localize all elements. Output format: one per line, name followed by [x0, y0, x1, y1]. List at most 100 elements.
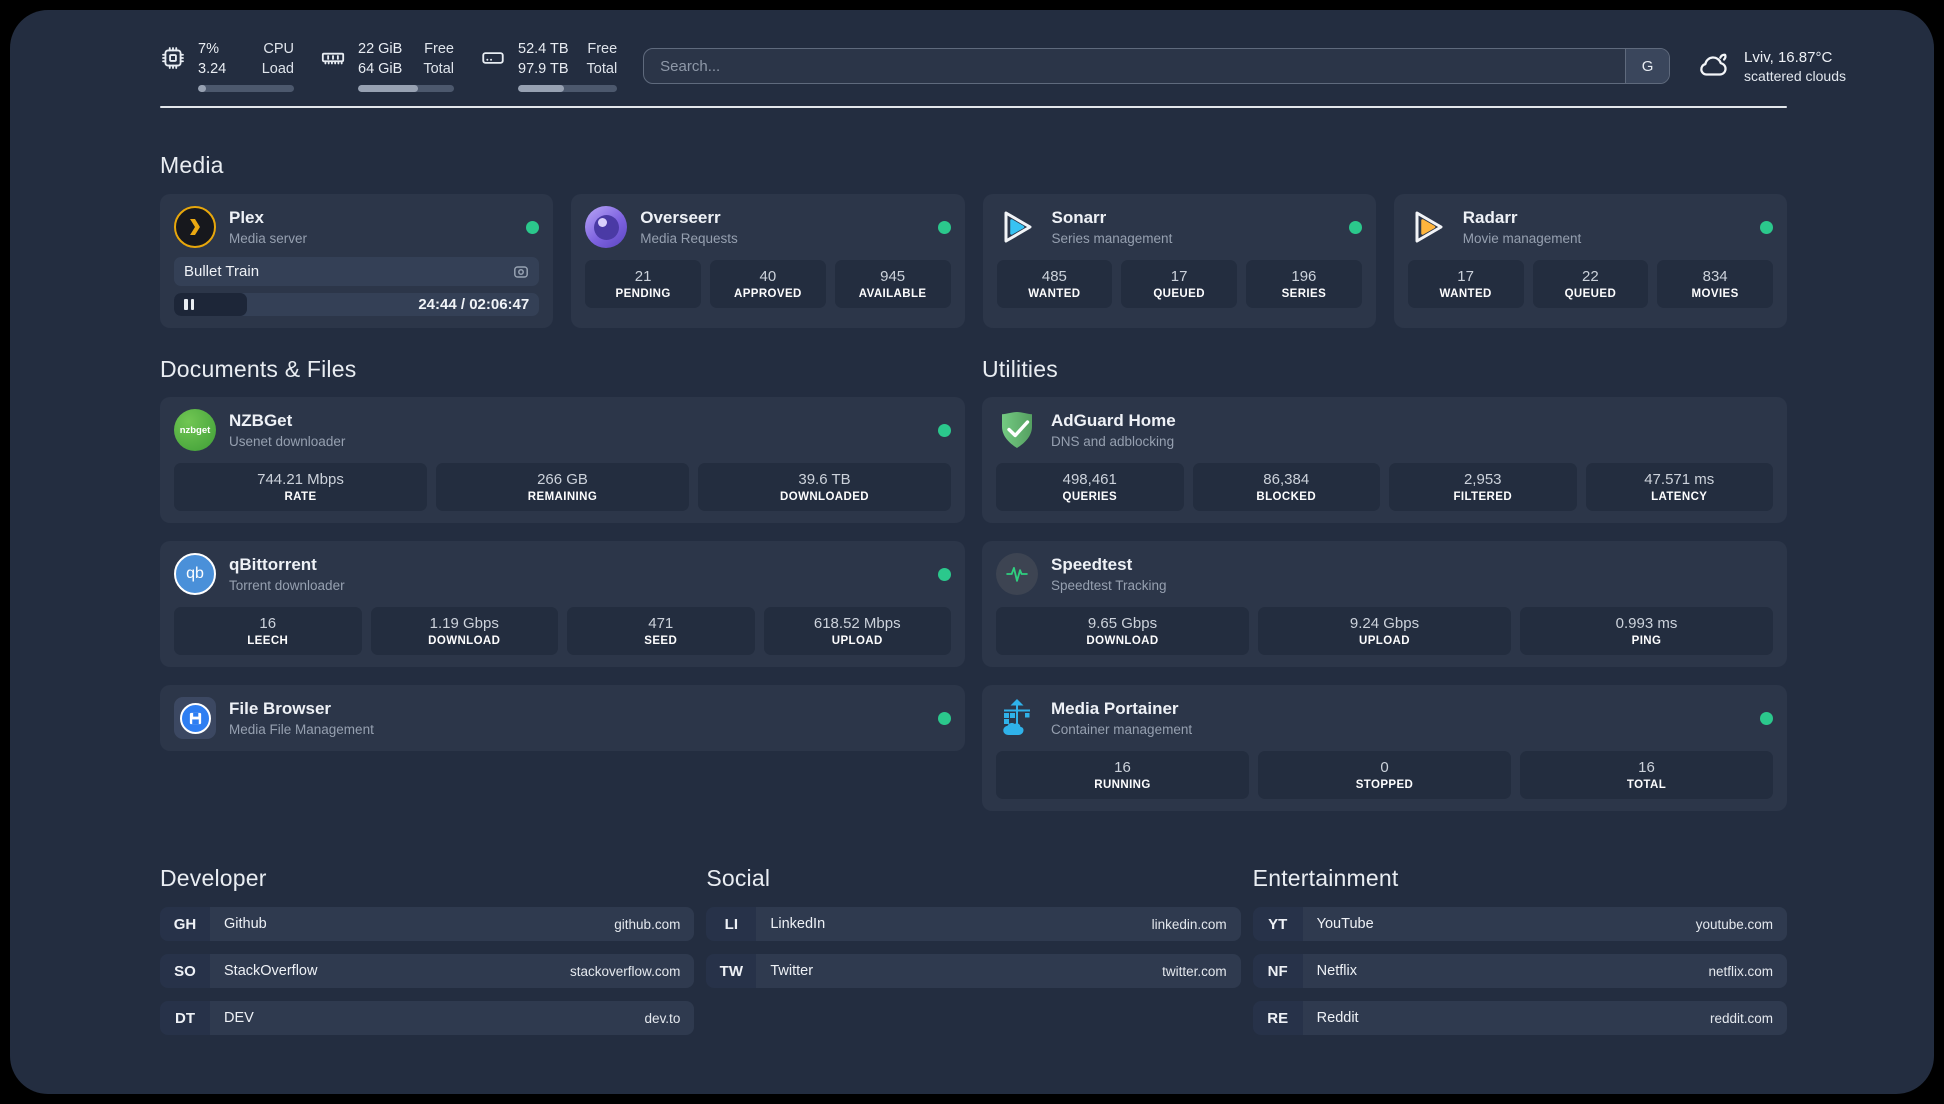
app-subtitle: Usenet downloader: [229, 434, 346, 450]
dashboard-panel: 7% CPU 3.24 Load 22 GiB Free 64 GiB Tota…: [10, 10, 1934, 1094]
search-engine-button[interactable]: G: [1625, 49, 1670, 84]
cpu-load-value: 3.24: [198, 60, 227, 77]
stat-label: MOVIES: [1691, 288, 1739, 301]
stat-label: QUEUED: [1564, 288, 1617, 301]
app-title: AdGuard Home: [1051, 411, 1176, 431]
app-card-sonarr[interactable]: Sonarr Series management 485 WANTED 17 Q…: [982, 194, 1376, 329]
stat-value: 485: [1041, 268, 1067, 286]
bookmark-dev[interactable]: DT DEV dev.to: [160, 1001, 695, 1036]
app-subtitle: Speedtest Tracking: [1051, 578, 1167, 594]
disk-widget: 52.4 TB Free 97.9 TB Total: [480, 40, 618, 93]
search-bar: G: [643, 48, 1671, 85]
plex-icon: [174, 206, 216, 249]
section-title-developer: Developer: [160, 865, 267, 892]
weather-widget: Lviv, 16.87°C scattered clouds: [1696, 48, 1846, 85]
stat-box: 21 PENDING: [585, 260, 701, 309]
app-card-filebrowser[interactable]: File Browser Media File Management: [160, 685, 965, 752]
bookmark-twitter[interactable]: TW Twitter twitter.com: [706, 954, 1241, 989]
qbittorrent-icon: qb: [174, 553, 216, 596]
stat-value: 498,461: [1062, 471, 1117, 489]
section-title-utilities: Utilities: [982, 356, 1058, 383]
stat-value: 86,384: [1263, 471, 1310, 489]
stat-value: 471: [648, 615, 674, 633]
app-subtitle: Torrent downloader: [229, 578, 345, 594]
app-card-radarr[interactable]: Radarr Movie management 17 WANTED 22 QUE…: [1393, 194, 1787, 329]
app-title: NZBGet: [229, 411, 293, 431]
stat-value: 16: [1638, 759, 1655, 777]
stat-value: 618.52 Mbps: [813, 615, 901, 633]
app-card-speedtest[interactable]: Speedtest Speedtest Tracking 9.65 Gbps D…: [982, 541, 1787, 668]
bookmark-name: Netflix: [1316, 963, 1357, 980]
bookmark-youtube[interactable]: YT YouTube youtube.com: [1252, 907, 1787, 942]
stat-box: 40 APPROVED: [710, 260, 826, 309]
search-input[interactable]: [644, 49, 1626, 84]
cpu-icon: [160, 45, 186, 92]
bookmark-github[interactable]: GH Github github.com: [160, 907, 695, 942]
app-subtitle: Media File Management: [229, 722, 374, 738]
app-subtitle: Media Requests: [640, 231, 738, 247]
bookmark-name: LinkedIn: [770, 916, 826, 933]
stat-value: 9.24 Gbps: [1349, 615, 1420, 633]
stat-box: 196 SERIES: [1246, 260, 1362, 309]
status-dot: [938, 567, 951, 581]
stat-value: 196: [1291, 268, 1317, 286]
stat-box: 39.6 TB DOWNLOADED: [698, 463, 951, 512]
stat-label: FILTERED: [1453, 491, 1513, 504]
bookmark-linkedin[interactable]: LI LinkedIn linkedin.com: [706, 907, 1241, 942]
radarr-icon: [1408, 206, 1450, 248]
app-title: qBittorrent: [229, 555, 317, 575]
speedtest-icon: [996, 553, 1038, 596]
stat-value: 16: [259, 615, 277, 633]
app-card-plex[interactable]: Plex Media server Bullet Train 24:44 / 0…: [160, 194, 554, 329]
bookmark-abbr: DT: [160, 1001, 210, 1036]
app-card-overseerr[interactable]: Overseerr Media Requests 21 PENDING 40 A…: [571, 194, 965, 329]
stat-box: 834 MOVIES: [1657, 260, 1773, 309]
stat-box: 485 WANTED: [996, 260, 1113, 309]
stat-label: SEED: [644, 635, 678, 648]
status-dot: [526, 220, 540, 234]
stat-label: QUERIES: [1062, 491, 1118, 504]
sonarr-icon: [997, 206, 1039, 248]
stat-box: 1.19 Gbps DOWNLOAD: [370, 607, 558, 656]
app-title: Speedtest: [1051, 555, 1133, 575]
section-title-documents: Documents & Files: [160, 356, 357, 383]
stat-label: AVAILABLE: [858, 288, 927, 301]
bookmark-name: YouTube: [1316, 916, 1374, 933]
cpu-label-top: CPU: [263, 41, 294, 57]
now-playing-row: Bullet Train: [174, 257, 540, 287]
bookmark-name: DEV: [224, 1010, 254, 1027]
stat-label: APPROVED: [734, 288, 802, 301]
stat-label: WANTED: [1439, 288, 1492, 301]
memory-label-bottom: Total: [423, 60, 454, 77]
weather-location: Lviv, 16.87°C: [1744, 48, 1833, 66]
app-card-nzbget[interactable]: nzbget NZBGet Usenet downloader 744.21 M…: [160, 397, 965, 524]
stat-box: 2,953 FILTERED: [1389, 463, 1577, 512]
stat-label: PENDING: [615, 288, 671, 301]
disk-total-value: 97.9 TB: [518, 60, 569, 77]
bookmark-reddit[interactable]: RE Reddit reddit.com: [1252, 1001, 1787, 1036]
stat-value: 0.993 ms: [1615, 615, 1678, 633]
stat-value: 40: [759, 268, 777, 286]
memory-total-value: 64 GiB: [358, 60, 403, 77]
header-divider: [160, 106, 1787, 109]
qbittorrent-icon-text: qb: [186, 565, 204, 583]
stat-box: 618.52 Mbps UPLOAD: [763, 607, 951, 656]
app-card-qbittorrent[interactable]: qb qBittorrent Torrent downloader 16 LEE…: [160, 541, 965, 668]
bookmark-group-social: Social LI LinkedIn linkedin.com TW Twitt…: [706, 865, 1241, 1048]
memory-label-top: Free: [424, 41, 454, 57]
app-card-portainer[interactable]: Media Portainer Container management 16 …: [982, 685, 1787, 812]
stat-value: 17: [1457, 268, 1474, 286]
bookmark-abbr: SO: [160, 954, 210, 989]
app-title: Media Portainer: [1051, 699, 1179, 719]
app-title: Sonarr: [1051, 208, 1107, 228]
bookmark-url: github.com: [614, 916, 681, 932]
stat-box: 16 RUNNING: [996, 751, 1249, 800]
pause-icon[interactable]: [184, 299, 194, 311]
stat-box: 471 SEED: [567, 607, 755, 656]
bookmark-netflix[interactable]: NF Netflix netflix.com: [1252, 954, 1787, 989]
bookmark-stackoverflow[interactable]: SO StackOverflow stackoverflow.com: [160, 954, 695, 989]
stat-label: LEECH: [247, 635, 289, 648]
app-subtitle: Movie management: [1462, 231, 1582, 247]
stat-value: 0: [1380, 759, 1389, 777]
app-card-adguard[interactable]: AdGuard Home DNS and adblocking 498,461 …: [982, 397, 1787, 524]
